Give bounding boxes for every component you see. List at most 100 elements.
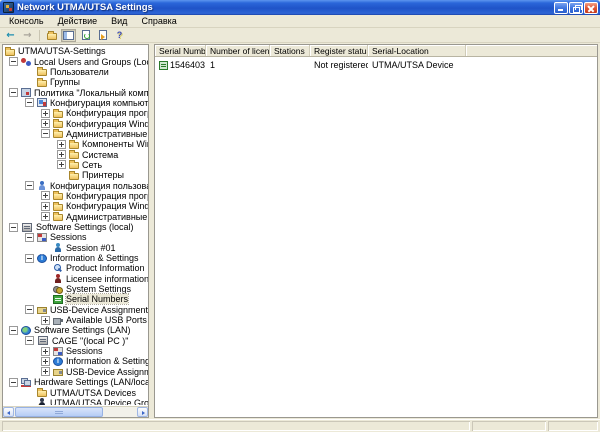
- restore-button[interactable]: [569, 1, 583, 14]
- tree-item[interactable]: Sessions: [5, 346, 148, 356]
- tree-item[interactable]: Licensee information: [5, 274, 148, 284]
- expand-plus-icon[interactable]: [41, 346, 50, 356]
- tree-item[interactable]: USB-Device Assignment(s): [5, 367, 148, 377]
- tree-item[interactable]: Конфигурация программ: [5, 108, 148, 118]
- tree-item[interactable]: Serial Numbers: [5, 293, 148, 306]
- expand-plus-icon[interactable]: [41, 108, 50, 118]
- column-header[interactable]: Serial Number: [155, 45, 206, 56]
- column-header[interactable]: Serial-Location: [368, 45, 466, 56]
- tree-item[interactable]: Software Settings (local): [5, 222, 148, 232]
- tree-item[interactable]: UTMA/UTSA-Settings: [5, 46, 148, 56]
- title-bar[interactable]: Network UTMA/UTSA Settings: [0, 0, 600, 15]
- tree-item[interactable]: Конфигурация программ: [5, 191, 148, 201]
- tree-item[interactable]: Пользователи: [5, 67, 148, 77]
- collapse-minus-icon[interactable]: [25, 253, 34, 263]
- expand-plus-icon[interactable]: [41, 315, 50, 325]
- scrollbar-thumb[interactable]: [15, 407, 103, 417]
- tree-item[interactable]: Information & Settings: [5, 253, 148, 263]
- toolbar-separator: [39, 29, 40, 41]
- tree-item[interactable]: Политика "Локальный компьютер": [5, 87, 148, 98]
- tree-item[interactable]: Конфигурация Windows: [5, 118, 148, 129]
- server-icon: [38, 336, 48, 346]
- expand-plus-icon[interactable]: [41, 119, 50, 129]
- expand-plus-icon[interactable]: [41, 191, 50, 201]
- menu-item[interactable]: Действие: [51, 15, 105, 27]
- tree-item[interactable]: Система: [5, 149, 148, 160]
- tree-item-label: UTMA/UTSA Device Group(s): [50, 397, 148, 405]
- tree-item[interactable]: UTMA/UTSA Device Group(s): [5, 398, 148, 405]
- tree-item[interactable]: Hardware Settings (LAN/local): [5, 377, 148, 387]
- menu-item[interactable]: Вид: [104, 15, 134, 27]
- menu-item[interactable]: Справка: [134, 15, 183, 27]
- close-button[interactable]: [584, 1, 598, 14]
- scrollbar-track[interactable]: [14, 407, 137, 417]
- collapse-minus-icon[interactable]: [25, 98, 34, 108]
- tree-horizontal-scrollbar[interactable]: [3, 406, 148, 417]
- collapse-minus-icon[interactable]: [41, 129, 50, 139]
- tree-item[interactable]: Available USB Ports (HOST-PC), Sett: [5, 315, 148, 325]
- tree-item[interactable]: Административные шаблоны: [5, 212, 148, 222]
- scroll-right-arrow-icon[interactable]: [137, 407, 148, 417]
- tree-item[interactable]: Группы: [5, 77, 148, 87]
- minimize-button[interactable]: [554, 1, 568, 14]
- folder-icon: [5, 46, 15, 56]
- expand-plus-icon[interactable]: [57, 160, 66, 170]
- expand-plus-icon[interactable]: [41, 356, 50, 366]
- export-list-button[interactable]: [95, 29, 110, 42]
- refresh-button[interactable]: [78, 29, 93, 42]
- column-header[interactable]: Register status: [310, 45, 368, 56]
- forward-icon: →: [23, 29, 32, 41]
- tree-item[interactable]: Sessions: [5, 232, 148, 242]
- menu-item[interactable]: Консоль: [2, 15, 51, 27]
- tree-item[interactable]: Принтеры: [5, 170, 148, 180]
- expand-plus-icon[interactable]: [41, 201, 50, 211]
- tree-item[interactable]: System Settings: [5, 284, 148, 294]
- tree-item[interactable]: CAGE "(local PC )": [5, 336, 148, 346]
- show-hide-tree-button[interactable]: [61, 28, 76, 42]
- network-icon: [21, 377, 31, 387]
- collapse-minus-icon[interactable]: [9, 325, 18, 335]
- collapse-minus-icon[interactable]: [9, 222, 18, 232]
- tree-item-label: Session #01: [66, 242, 116, 253]
- forward-button[interactable]: →: [20, 29, 35, 42]
- scroll-left-arrow-icon[interactable]: [3, 407, 14, 417]
- column-header[interactable]: Stations: [270, 45, 310, 56]
- expand-plus-icon[interactable]: [57, 150, 66, 160]
- collapse-minus-icon[interactable]: [25, 232, 34, 242]
- expand-plus-icon[interactable]: [41, 367, 50, 377]
- collapse-minus-icon[interactable]: [25, 336, 34, 346]
- list-row[interactable]: 1546403 1 Not registered UTMA/UTSA Device: [155, 59, 597, 71]
- collapse-minus-icon[interactable]: [25, 305, 34, 315]
- collapse-minus-icon[interactable]: [25, 181, 34, 191]
- tree-item[interactable]: Конфигурация пользователя: [5, 180, 148, 191]
- expand-plus-icon[interactable]: [41, 212, 50, 222]
- tree-item[interactable]: Сеть: [5, 160, 148, 170]
- back-button[interactable]: ←: [3, 29, 18, 42]
- help-button[interactable]: ?: [112, 29, 127, 42]
- tree-item[interactable]: Session #01: [5, 243, 148, 253]
- tree-item[interactable]: Product Information: [5, 263, 148, 273]
- tree-item[interactable]: Конфигурация компьютера: [5, 98, 148, 108]
- tree-item[interactable]: Local Users and Groups (Local): [5, 56, 148, 67]
- collapse-minus-icon[interactable]: [9, 377, 18, 387]
- tree-item[interactable]: Компоненты Windows: [5, 139, 148, 149]
- folder-icon: [37, 77, 47, 87]
- tree-item[interactable]: Административные шаблоны: [5, 129, 148, 139]
- tree-item[interactable]: Software Settings (LAN): [5, 325, 148, 335]
- tree-item[interactable]: Конфигурация Windows: [5, 201, 148, 211]
- up-folder-button[interactable]: [44, 29, 59, 42]
- tree-item[interactable]: UTMA/UTSA Devices: [5, 387, 148, 398]
- collapse-minus-icon[interactable]: [9, 57, 18, 67]
- tree-item[interactable]: USB-Device Assignment(s): [5, 305, 148, 315]
- expand-plus-icon[interactable]: [57, 139, 66, 149]
- tree-item[interactable]: Information & Settings: [5, 356, 148, 366]
- column-header[interactable]: Number of licenses: [206, 45, 270, 56]
- collapse-minus-icon[interactable]: [9, 88, 18, 98]
